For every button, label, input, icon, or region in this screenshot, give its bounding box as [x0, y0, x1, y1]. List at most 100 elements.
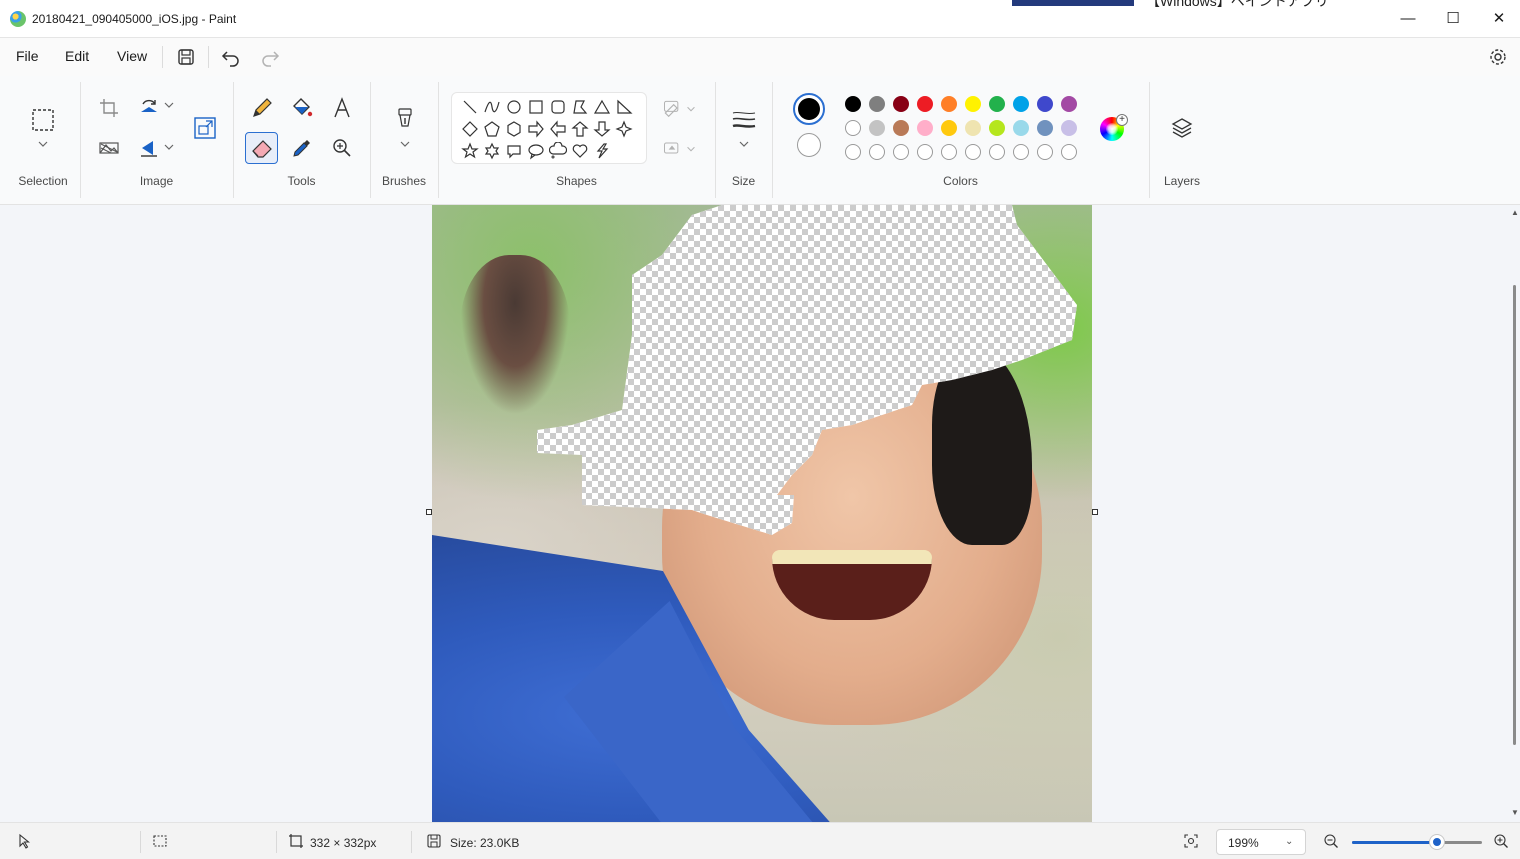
resize-image-icon[interactable] [193, 116, 217, 140]
shape-fill-dropdown-chevron-icon[interactable] [685, 142, 697, 154]
color-swatch[interactable] [989, 120, 1005, 136]
flip-icon[interactable] [137, 136, 161, 160]
eraser-icon[interactable] [250, 136, 274, 160]
rounded-rectangle-shape-icon[interactable] [549, 98, 567, 116]
color-swatch[interactable] [1061, 120, 1077, 136]
color-swatch[interactable] [1037, 96, 1053, 112]
redo-icon[interactable] [259, 46, 281, 68]
size-dropdown-chevron-icon[interactable] [736, 136, 752, 152]
shape-outline-icon[interactable] [662, 98, 682, 118]
save-icon[interactable] [175, 46, 197, 68]
color-swatch[interactable] [893, 96, 909, 112]
primary-color-button[interactable] [793, 93, 825, 125]
vertical-scrollbar[interactable]: ▲ ▼ [1509, 205, 1520, 822]
triangle-shape-icon[interactable] [593, 98, 611, 116]
line-shape-icon[interactable] [461, 98, 479, 116]
up-arrow-shape-icon[interactable] [571, 120, 589, 138]
color-swatch[interactable] [941, 96, 957, 112]
pentagon-shape-icon[interactable] [483, 120, 501, 138]
zoom-level-dropdown[interactable]: 199% ⌄ [1216, 829, 1306, 855]
pencil-icon[interactable] [250, 96, 274, 120]
add-color-plus-icon[interactable]: + [1116, 114, 1128, 126]
four-point-star-shape-icon[interactable] [615, 120, 633, 138]
zoom-in-icon[interactable] [1493, 833, 1509, 849]
heart-shape-icon[interactable] [571, 142, 589, 160]
diamond-shape-icon[interactable] [461, 120, 479, 138]
secondary-color-button[interactable] [797, 133, 821, 157]
zoom-out-icon[interactable] [1323, 833, 1339, 849]
color-swatch[interactable] [1037, 120, 1053, 136]
resize-handle-left[interactable] [426, 509, 432, 515]
resize-handle-right[interactable] [1092, 509, 1098, 515]
minimize-button[interactable]: — [1393, 8, 1423, 30]
custom-color-slot[interactable] [893, 144, 909, 160]
color-swatch[interactable] [869, 96, 885, 112]
rectangle-selection-icon[interactable] [31, 108, 55, 132]
color-swatch[interactable] [845, 120, 861, 136]
color-swatch[interactable] [917, 96, 933, 112]
selection-dropdown-chevron-icon[interactable] [35, 136, 51, 152]
shape-fill-icon[interactable] [662, 138, 682, 158]
six-point-star-shape-icon[interactable] [483, 142, 501, 160]
hexagon-shape-icon[interactable] [505, 120, 523, 138]
rectangular-callout-shape-icon[interactable] [505, 142, 523, 160]
custom-color-slot[interactable] [845, 144, 861, 160]
text-tool-icon[interactable] [330, 96, 354, 120]
five-point-star-shape-icon[interactable] [461, 142, 479, 160]
custom-color-slot[interactable] [1037, 144, 1053, 160]
color-swatch[interactable] [1061, 96, 1077, 112]
image-canvas[interactable] [432, 205, 1092, 822]
right-triangle-shape-icon[interactable] [615, 98, 633, 116]
curve-shape-icon[interactable] [483, 98, 501, 116]
brush-icon[interactable] [393, 106, 417, 130]
left-arrow-shape-icon[interactable] [549, 120, 567, 138]
menu-file[interactable]: File [16, 48, 39, 64]
remove-background-icon[interactable] [97, 136, 121, 160]
rectangle-shape-icon[interactable] [527, 98, 545, 116]
close-button[interactable]: ✕ [1484, 8, 1514, 30]
custom-color-slot[interactable] [869, 144, 885, 160]
brushes-dropdown-chevron-icon[interactable] [397, 136, 413, 152]
layers-icon[interactable] [1170, 116, 1194, 140]
color-swatch[interactable] [965, 120, 981, 136]
crop-icon[interactable] [97, 96, 121, 120]
cloud-callout-shape-icon[interactable] [548, 141, 568, 160]
oval-shape-icon[interactable] [505, 98, 523, 116]
flip-dropdown-chevron-icon[interactable] [162, 140, 176, 154]
scrollbar-thumb[interactable] [1513, 285, 1516, 745]
oval-callout-shape-icon[interactable] [527, 142, 545, 160]
zoom-slider-knob[interactable] [1430, 835, 1444, 849]
down-arrow-shape-icon[interactable] [593, 120, 611, 138]
rotate-dropdown-chevron-icon[interactable] [162, 98, 176, 112]
right-arrow-shape-icon[interactable] [527, 120, 545, 138]
shape-outline-dropdown-chevron-icon[interactable] [685, 102, 697, 114]
color-swatch[interactable] [989, 96, 1005, 112]
custom-color-slot[interactable] [989, 144, 1005, 160]
color-swatch[interactable] [941, 120, 957, 136]
color-picker-icon[interactable] [290, 136, 314, 160]
color-swatch[interactable] [1013, 120, 1029, 136]
custom-color-slot[interactable] [1013, 144, 1029, 160]
settings-gear-icon[interactable] [1487, 46, 1509, 68]
undo-icon[interactable] [220, 46, 242, 68]
custom-color-slot[interactable] [965, 144, 981, 160]
fill-bucket-icon[interactable] [290, 96, 314, 120]
custom-color-slot[interactable] [1061, 144, 1077, 160]
custom-color-slot[interactable] [941, 144, 957, 160]
fit-to-window-icon[interactable] [1183, 833, 1199, 849]
color-swatch[interactable] [893, 120, 909, 136]
color-swatch[interactable] [1013, 96, 1029, 112]
scroll-up-arrow-icon[interactable]: ▲ [1511, 208, 1519, 217]
menu-view[interactable]: View [117, 48, 147, 64]
custom-color-slot[interactable] [917, 144, 933, 160]
zoom-slider[interactable] [1352, 835, 1482, 849]
menu-edit[interactable]: Edit [65, 48, 89, 64]
scroll-down-arrow-icon[interactable]: ▼ [1511, 808, 1519, 817]
color-swatch[interactable] [869, 120, 885, 136]
color-swatch[interactable] [965, 96, 981, 112]
magnifier-icon[interactable] [330, 136, 354, 160]
lightning-shape-icon[interactable] [593, 142, 611, 160]
color-swatch[interactable] [845, 96, 861, 112]
stroke-size-icon[interactable] [732, 108, 756, 132]
rotate-icon[interactable] [137, 96, 161, 120]
